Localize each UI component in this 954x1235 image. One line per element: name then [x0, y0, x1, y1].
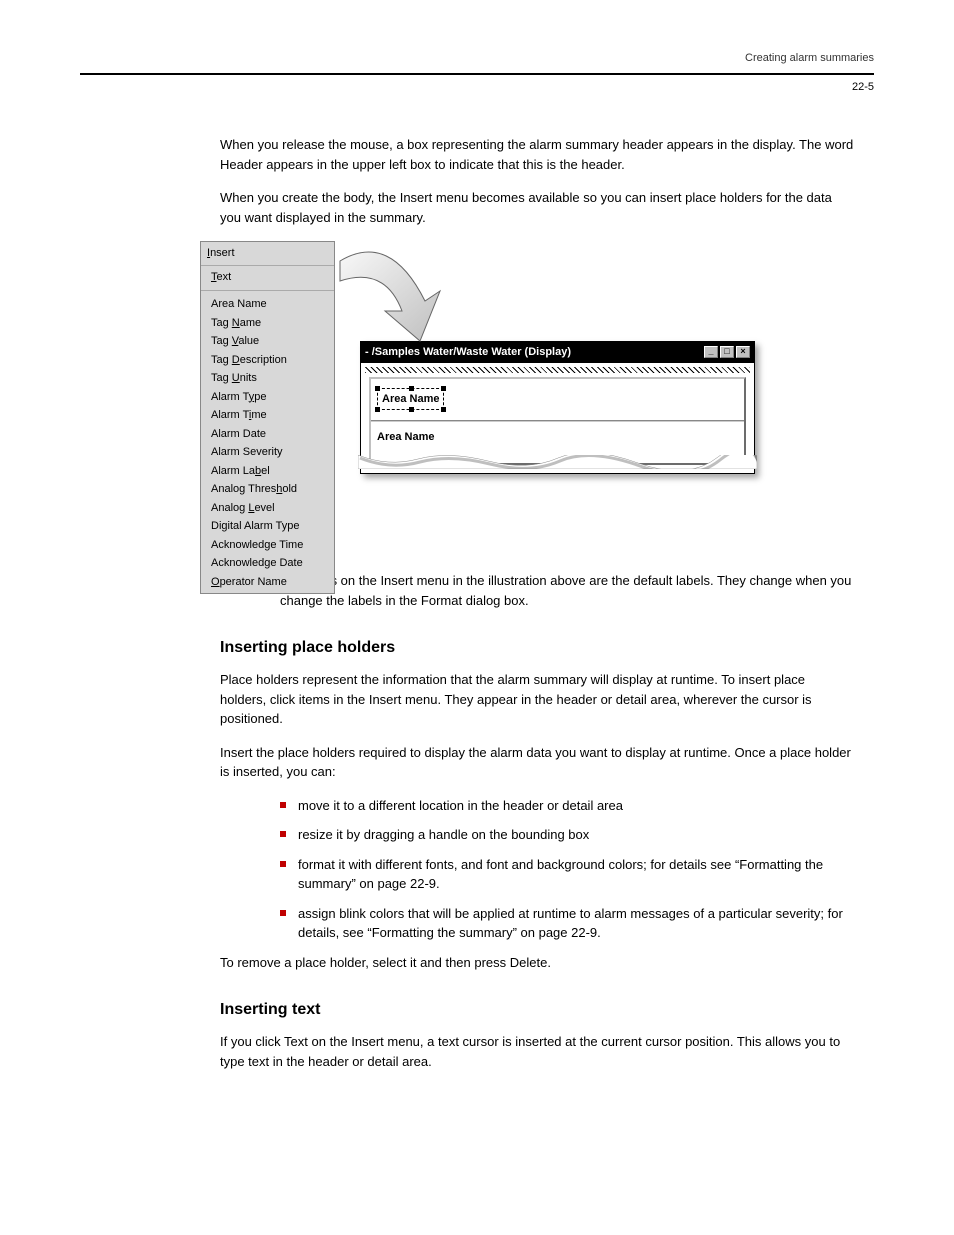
- list-item: assign blink colors that will be applied…: [280, 904, 854, 943]
- menu-item-tag-name[interactable]: Tag Name: [201, 314, 334, 333]
- menu-item-area-name[interactable]: Area Name: [201, 295, 334, 314]
- bullet-icon: [280, 861, 286, 867]
- heading-inserting-text: Inserting text: [220, 998, 854, 1022]
- menu-item-ack-date[interactable]: Acknowledge Date: [201, 554, 334, 573]
- page-content: When you release the mouse, a box repres…: [0, 95, 954, 1071]
- header-divider: [80, 73, 874, 75]
- menu-item-alarm-severity[interactable]: Alarm Severity: [201, 443, 334, 462]
- list-item: resize it by dragging a handle on the bo…: [280, 825, 854, 845]
- list-item: format it with different fonts, and font…: [280, 855, 854, 894]
- arrow-icon: [330, 241, 450, 371]
- menu-item-digital-alarm-type[interactable]: Digital Alarm Type: [201, 517, 334, 536]
- menu-title: Insert: [201, 242, 334, 266]
- summary-header-row[interactable]: Area Name: [371, 379, 744, 421]
- bullet-list: move it to a different location in the h…: [280, 796, 854, 943]
- maximize-button[interactable]: □: [720, 346, 734, 358]
- page-number: 22-5: [0, 79, 954, 96]
- list-item: move it to a different location in the h…: [280, 796, 854, 816]
- placeholder-area-name-detail[interactable]: Area Name: [377, 429, 434, 446]
- menu-item-analog-threshold[interactable]: Analog Threshold: [201, 480, 334, 499]
- resize-handle[interactable]: [375, 386, 380, 391]
- resize-handle[interactable]: [409, 386, 414, 391]
- alarm-summary-object[interactable]: Area Name Area Name: [369, 377, 746, 465]
- heading-inserting-placeholders: Inserting place holders: [220, 636, 854, 660]
- info-note: i The items on the Insert menu in the il…: [250, 571, 854, 610]
- torn-edge: [358, 455, 757, 469]
- resize-handle[interactable]: [441, 407, 446, 412]
- resize-handle[interactable]: [441, 386, 446, 391]
- close-button[interactable]: ×: [736, 346, 750, 358]
- paragraph: When you create the body, the Insert men…: [220, 188, 854, 227]
- menu-item-ack-time[interactable]: Acknowledge Time: [201, 536, 334, 555]
- summary-detail-row[interactable]: Area Name: [371, 421, 744, 453]
- resize-handle[interactable]: [409, 407, 414, 412]
- page-header: Creating alarm summaries: [0, 30, 954, 67]
- note-text: The items on the Insert menu in the illu…: [280, 571, 854, 610]
- bullet-icon: [280, 910, 286, 916]
- menu-item-tag-value[interactable]: Tag Value: [201, 332, 334, 351]
- menu-item-alarm-date[interactable]: Alarm Date: [201, 425, 334, 444]
- insert-menu[interactable]: Insert Text Area Name Tag Name Tag Value…: [200, 241, 335, 594]
- paragraph: Insert the place holders required to dis…: [220, 743, 854, 782]
- paragraph: When you release the mouse, a box repres…: [220, 135, 854, 174]
- menu-item-tag-units[interactable]: Tag Units: [201, 369, 334, 388]
- chapter-title: Creating alarm summaries: [0, 50, 874, 67]
- menu-item-text[interactable]: Text: [201, 268, 334, 287]
- paragraph: To remove a place holder, select it and …: [220, 953, 854, 973]
- figure: Insert Text Area Name Tag Name Tag Value…: [200, 241, 854, 551]
- menu-separator: [201, 290, 334, 291]
- menu-item-analog-level[interactable]: Analog Level: [201, 499, 334, 518]
- menu-item-operator-name[interactable]: Operator Name: [201, 573, 334, 592]
- resize-handle[interactable]: [375, 407, 380, 412]
- menu-item-tag-description[interactable]: Tag Description: [201, 351, 334, 370]
- menu-item-alarm-label[interactable]: Alarm Label: [201, 462, 334, 481]
- bullet-icon: [280, 802, 286, 808]
- menu-item-alarm-time[interactable]: Alarm Time: [201, 406, 334, 425]
- paragraph: Place holders represent the information …: [220, 670, 854, 729]
- placeholder-area-name-header[interactable]: Area Name: [377, 388, 444, 411]
- paragraph: If you click Text on the Insert menu, a …: [220, 1032, 854, 1071]
- menu-item-alarm-type[interactable]: Alarm Type: [201, 388, 334, 407]
- window-controls: _ □ ×: [704, 346, 750, 358]
- minimize-button[interactable]: _: [704, 346, 718, 358]
- bullet-icon: [280, 831, 286, 837]
